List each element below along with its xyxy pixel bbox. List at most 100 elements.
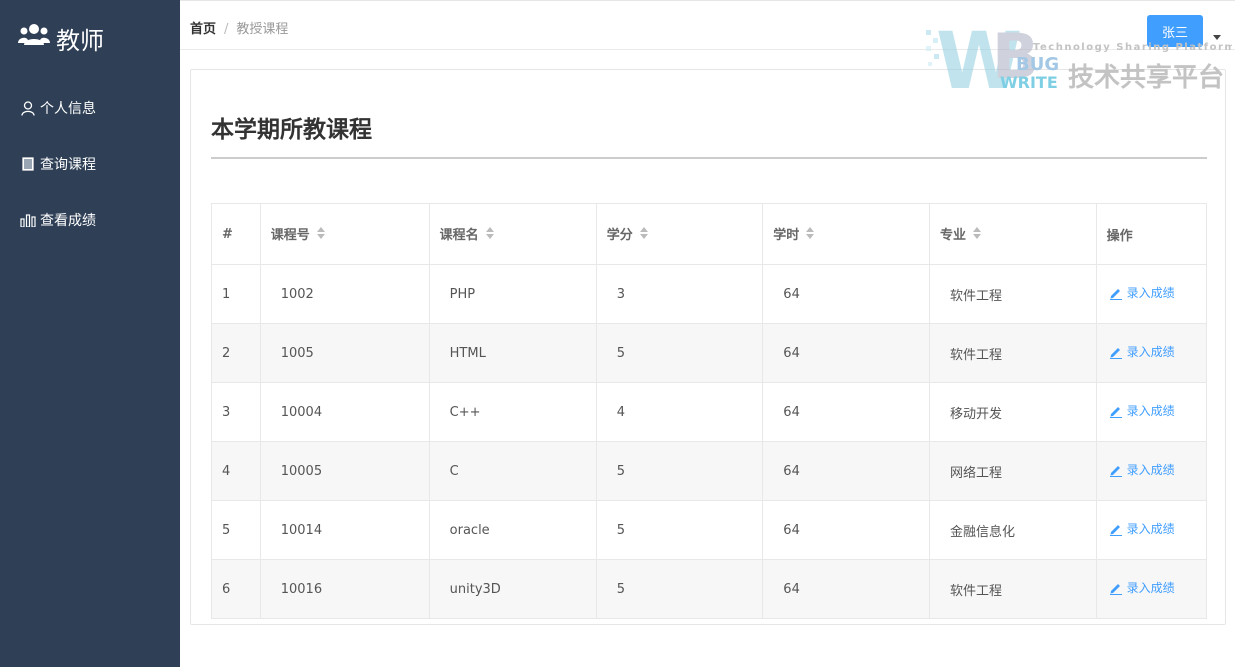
cell-course-name: unity3D (428, 559, 597, 619)
cell-course-id: 10004 (259, 382, 430, 442)
cell-major: 软件工程 (928, 559, 1097, 619)
edit-icon (1109, 583, 1122, 595)
enter-grades-button[interactable]: 录入成绩 (1109, 284, 1175, 301)
enter-grades-button[interactable]: 录入成绩 (1109, 402, 1175, 419)
cell-actions: 录入成绩 (1095, 559, 1208, 619)
top-bar: 首页 / 教授课程 张三 (180, 0, 1235, 50)
enter-grades-label: 录入成绩 (1126, 345, 1175, 360)
enter-grades-button[interactable]: 录入成绩 (1109, 520, 1175, 537)
edit-icon (1109, 288, 1122, 300)
cell-credits: 5 (595, 559, 764, 619)
sidebar-item-label: 查看成绩 (40, 213, 96, 229)
cell-major: 软件工程 (928, 323, 1097, 383)
cell-course-id: 10014 (259, 500, 430, 560)
course-card: 本学期所教课程 # 课程号 课程名 学分 学时 专业 操作 1 1002 PHP 3 6… (190, 69, 1226, 625)
main-content: 首页 / 教授课程 张三 本学期所教课程 # 课程号 课程名 学分 学时 专业 操作… (180, 0, 1235, 667)
cell-hours: 64 (762, 264, 930, 324)
cell-credits: 5 (595, 323, 764, 383)
sort-icon[interactable] (805, 226, 815, 244)
cell-course-id: 1005 (259, 323, 430, 383)
cell-major: 软件工程 (928, 264, 1097, 324)
title-divider (211, 157, 1207, 159)
column-header-course-id[interactable]: 课程号 (259, 203, 430, 265)
cell-hours: 64 (762, 441, 930, 501)
user-menu-button[interactable]: 张三 (1147, 15, 1203, 47)
cell-credits: 4 (595, 382, 764, 442)
table-row: 4 10005 C 5 64 网络工程 录入成绩 (211, 441, 1208, 501)
enter-grades-label: 录入成绩 (1126, 404, 1175, 419)
column-header-course-name[interactable]: 课程名 (428, 203, 597, 265)
cell-credits: 3 (595, 264, 764, 324)
table-row: 6 10016 unity3D 5 64 软件工程 录入成绩 (211, 559, 1208, 619)
sidebar-item-label: 个人信息 (40, 101, 96, 117)
cell-index: 5 (211, 500, 261, 560)
user-icon (20, 100, 36, 116)
column-header-major[interactable]: 专业 (928, 203, 1097, 265)
cell-actions: 录入成绩 (1095, 441, 1208, 501)
column-header-actions: 操作 (1095, 203, 1208, 265)
enter-grades-button[interactable]: 录入成绩 (1109, 579, 1175, 596)
caret-down-icon[interactable] (1213, 35, 1221, 40)
table-row: 2 1005 HTML 5 64 软件工程 录入成绩 (211, 323, 1208, 383)
course-table: # 课程号 课程名 学分 学时 专业 操作 1 1002 PHP 3 64 软件工程 录入成… (211, 203, 1208, 619)
sidebar-item-grades[interactable]: 查看成绩 (0, 192, 180, 248)
page-title: 本学期所教课程 (211, 117, 372, 143)
breadcrumb-separator: / (224, 22, 229, 37)
sidebar-item-courses[interactable]: 查询课程 (0, 136, 180, 192)
table-row: 1 1002 PHP 3 64 软件工程 录入成绩 (211, 264, 1208, 324)
sort-icon[interactable] (316, 226, 326, 244)
sidebar-item-profile[interactable]: 个人信息 (0, 80, 180, 136)
cell-index: 3 (211, 382, 261, 442)
breadcrumb-home-link[interactable]: 首页 (190, 22, 216, 37)
table-header-row: # 课程号 课程名 学分 学时 专业 操作 (211, 203, 1208, 265)
cell-hours: 64 (762, 382, 930, 442)
cell-actions: 录入成绩 (1095, 323, 1208, 383)
sort-icon[interactable] (639, 226, 649, 244)
cell-credits: 5 (595, 500, 764, 560)
cell-hours: 64 (762, 559, 930, 619)
sidebar-title: 教师 (56, 26, 104, 55)
cell-actions: 录入成绩 (1095, 382, 1208, 442)
cell-course-name: oracle (428, 500, 597, 560)
cell-index: 2 (211, 323, 261, 383)
column-header-hours[interactable]: 学时 (762, 203, 930, 265)
cell-course-name: C++ (428, 382, 597, 442)
enter-grades-button[interactable]: 录入成绩 (1109, 343, 1175, 360)
enter-grades-label: 录入成绩 (1126, 463, 1175, 478)
cell-course-name: HTML (428, 323, 597, 383)
edit-icon (1109, 406, 1122, 418)
enter-grades-label: 录入成绩 (1126, 581, 1175, 596)
edit-icon (1109, 524, 1122, 536)
cell-course-id: 10016 (259, 559, 430, 619)
book-icon (20, 156, 36, 172)
cell-major: 网络工程 (928, 441, 1097, 501)
cell-actions: 录入成绩 (1095, 500, 1208, 560)
cell-hours: 64 (762, 323, 930, 383)
cell-course-name: C (428, 441, 597, 501)
breadcrumb: 首页 / 教授课程 (190, 18, 288, 37)
column-header-credits[interactable]: 学分 (595, 203, 764, 265)
cell-credits: 5 (595, 441, 764, 501)
cell-course-id: 1002 (259, 264, 430, 324)
sidebar-item-label: 查询课程 (40, 157, 96, 173)
cell-major: 金融信息化 (928, 500, 1097, 560)
sort-icon[interactable] (972, 226, 982, 244)
edit-icon (1109, 465, 1122, 477)
cell-actions: 录入成绩 (1095, 264, 1208, 324)
sidebar-logo: 教师 (0, 0, 180, 76)
cell-index: 6 (211, 559, 261, 619)
sort-icon[interactable] (485, 226, 495, 244)
enter-grades-label: 录入成绩 (1126, 286, 1175, 301)
column-header-index: # (211, 203, 261, 265)
cell-index: 4 (211, 441, 261, 501)
enter-grades-button[interactable]: 录入成绩 (1109, 461, 1175, 478)
enter-grades-label: 录入成绩 (1126, 522, 1175, 537)
cell-index: 1 (211, 264, 261, 324)
table-row: 3 10004 C++ 4 64 移动开发 录入成绩 (211, 382, 1208, 442)
cell-hours: 64 (762, 500, 930, 560)
sidebar: 教师 个人信息 查询课程 查看成绩 (0, 0, 180, 667)
breadcrumb-current: 教授课程 (236, 22, 289, 37)
cell-major: 移动开发 (928, 382, 1097, 442)
cell-course-id: 10005 (259, 441, 430, 501)
table-row: 5 10014 oracle 5 64 金融信息化 录入成绩 (211, 500, 1208, 560)
